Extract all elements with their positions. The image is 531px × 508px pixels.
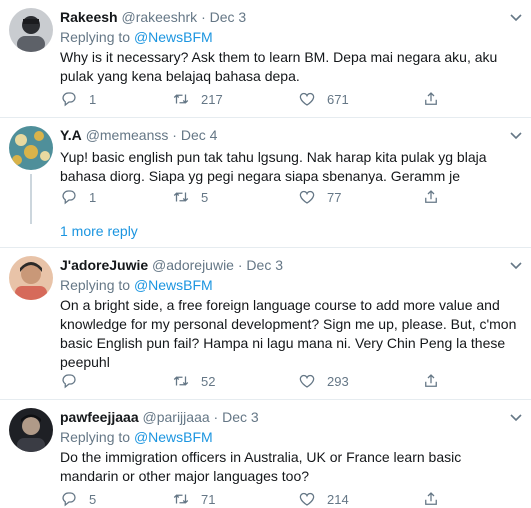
- author-name[interactable]: Y.A: [60, 127, 82, 143]
- tweet-actions: 52 293: [60, 371, 460, 391]
- replying-to-label: Replying to: [60, 29, 131, 45]
- tweet-date[interactable]: Dec 3: [222, 409, 259, 425]
- reply-icon: [62, 374, 76, 389]
- retweet-icon: [173, 494, 189, 504]
- retweet-icon: [173, 376, 189, 386]
- chevron-down-icon[interactable]: [509, 10, 523, 24]
- thread-connector: [30, 174, 32, 224]
- share-icon: [425, 92, 437, 105]
- reply-button[interactable]: 1: [60, 89, 96, 109]
- author-handle[interactable]: @rakeeshrk: [121, 9, 197, 25]
- share-button[interactable]: [422, 187, 440, 207]
- reply-icon: [62, 92, 76, 107]
- share-button[interactable]: [422, 89, 440, 109]
- retweet-button[interactable]: 71: [172, 489, 215, 508]
- tweet-date[interactable]: Dec 3: [210, 9, 247, 25]
- retweet-count: 71: [201, 491, 216, 507]
- reply-count: 5: [89, 491, 97, 507]
- author-name[interactable]: pawfeejjaaa: [60, 409, 139, 425]
- reply-feed: Rakeesh @rakeeshrk · Dec 3 Replying to @…: [0, 0, 531, 508]
- tweet-ya[interactable]: Y.A @memeanss · Dec 4 Yup! basic english…: [0, 118, 531, 224]
- like-button[interactable]: 671: [298, 89, 349, 109]
- reply-count: 1: [89, 189, 97, 205]
- chevron-down-icon[interactable]: [509, 258, 523, 272]
- tweet-text: Yup! basic english pun tak tahu lgsung. …: [60, 149, 487, 184]
- heart-icon: [299, 374, 315, 388]
- author-handle[interactable]: @memeanss: [86, 127, 169, 143]
- avatar-jadorejuwie[interactable]: [9, 256, 53, 300]
- share-icon: [425, 492, 437, 505]
- reply-button[interactable]: [60, 371, 89, 391]
- like-button[interactable]: 214: [298, 489, 349, 508]
- separator-dot: ·: [237, 257, 243, 273]
- separator-dot: ·: [172, 127, 177, 143]
- replying-to-label: Replying to: [60, 277, 131, 293]
- reply-button[interactable]: 1: [60, 187, 96, 207]
- author-name[interactable]: Rakeesh: [60, 9, 118, 25]
- share-button[interactable]: [422, 371, 440, 391]
- like-button[interactable]: 293: [298, 371, 349, 391]
- like-count: 77: [327, 189, 342, 205]
- chevron-down-icon[interactable]: [509, 128, 523, 142]
- separator-dot: ·: [201, 9, 206, 25]
- share-button[interactable]: [422, 489, 440, 508]
- tweet-text: Why is it necessary? Ask them to learn B…: [60, 49, 498, 84]
- tweet-text: Do the immigration officers in Australia…: [60, 449, 462, 484]
- reply-count: 1: [89, 91, 97, 107]
- retweet-button[interactable]: 5: [172, 187, 208, 207]
- like-count: 214: [327, 491, 349, 507]
- retweet-button[interactable]: 217: [172, 89, 223, 109]
- heart-icon: [299, 492, 315, 506]
- avatar-ya[interactable]: [9, 126, 53, 170]
- avatar-pawfeejjaaa[interactable]: [9, 408, 53, 452]
- heart-icon: [299, 92, 315, 106]
- like-count: 671: [327, 91, 349, 107]
- tweet-date[interactable]: Dec 4: [181, 127, 218, 143]
- retweet-count: 52: [201, 373, 216, 389]
- replying-to: Replying to @NewsBFM: [60, 276, 521, 294]
- avatar-rakeesh[interactable]: [9, 8, 53, 52]
- mention-link[interactable]: @NewsBFM: [134, 277, 213, 293]
- mention-link[interactable]: @NewsBFM: [134, 29, 213, 45]
- tweet-actions: 5 71 214: [60, 489, 460, 508]
- author-name[interactable]: J'adoreJuwie: [60, 257, 148, 273]
- share-icon: [425, 190, 437, 203]
- tweet-text: On a bright side, a free foreign languag…: [60, 297, 517, 370]
- like-count: 293: [327, 373, 349, 389]
- tweet-rakeesh[interactable]: Rakeesh @rakeeshrk · Dec 3 Replying to @…: [0, 0, 531, 118]
- retweet-button[interactable]: 52: [172, 371, 215, 391]
- retweet-icon: [173, 94, 189, 104]
- retweet-count: 5: [201, 189, 209, 205]
- chevron-down-icon[interactable]: [509, 410, 523, 424]
- replying-to: Replying to @NewsBFM: [60, 28, 521, 46]
- reply-icon: [62, 190, 76, 205]
- tweet-date[interactable]: Dec 3: [246, 257, 283, 273]
- tweet-jadorejuwie[interactable]: J'adoreJuwie @adorejuwie · Dec 3 Replyin…: [0, 248, 531, 393]
- reply-icon: [62, 492, 76, 507]
- show-more-replies-link[interactable]: 1 more reply: [60, 222, 138, 240]
- author-handle[interactable]: @adorejuwie: [152, 257, 234, 273]
- heart-icon: [299, 190, 315, 204]
- tweet-actions: 1 217 671: [60, 89, 460, 109]
- share-icon: [425, 374, 437, 387]
- reply-button[interactable]: 5: [60, 489, 96, 508]
- tweet-actions: 1 5 77: [60, 187, 460, 207]
- replying-to: Replying to @NewsBFM: [60, 428, 521, 446]
- tweet-pawfeejjaaa[interactable]: pawfeejjaaa @parijjaaa · Dec 3 Replying …: [0, 400, 531, 508]
- separator-dot: ·: [213, 409, 219, 425]
- like-button[interactable]: 77: [298, 187, 341, 207]
- retweet-icon: [173, 192, 189, 202]
- retweet-count: 217: [201, 91, 223, 107]
- replying-to-label: Replying to: [60, 429, 131, 445]
- mention-link[interactable]: @NewsBFM: [134, 429, 213, 445]
- author-handle[interactable]: @parijjaaa: [143, 409, 210, 425]
